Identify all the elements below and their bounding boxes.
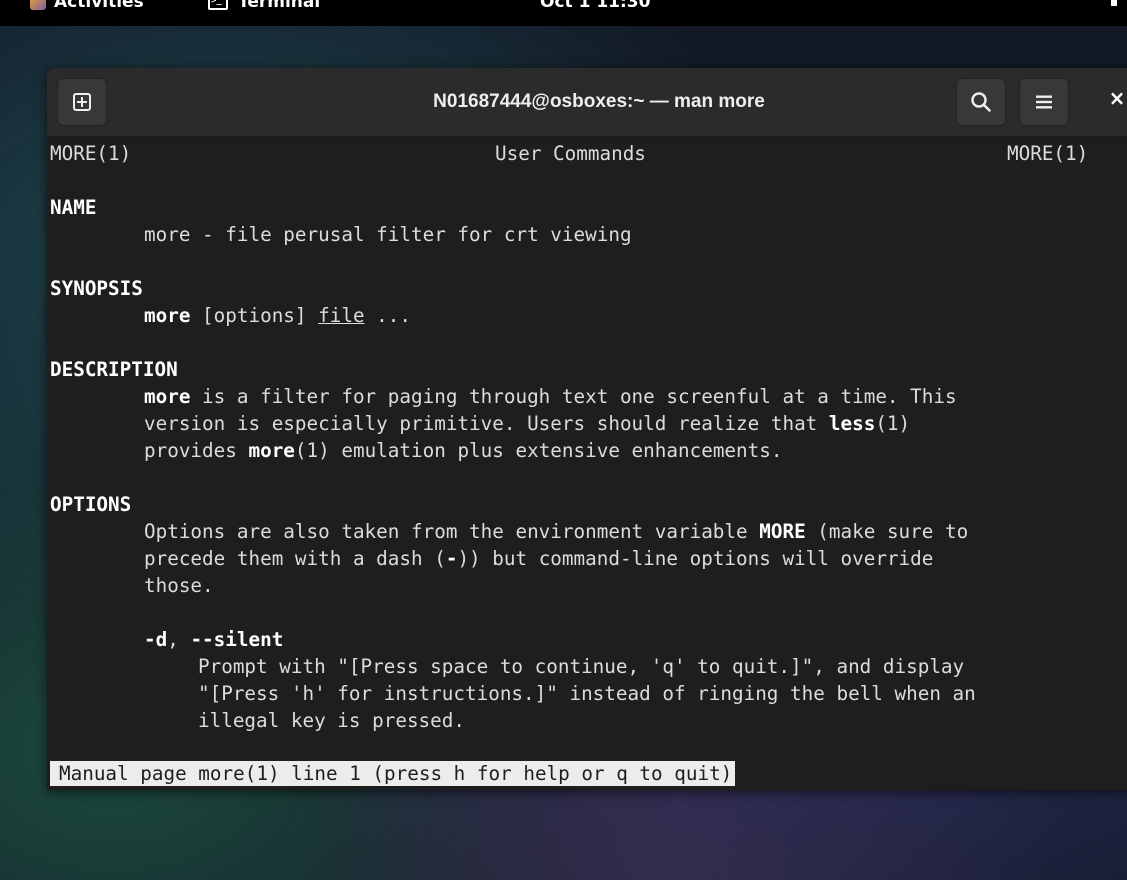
- flag-short: -d: [144, 628, 168, 651]
- activities-label: Activities: [54, 0, 144, 12]
- description-line-1-text: is a filter for paging through text one …: [190, 385, 957, 408]
- section-synopsis-heading: SYNOPSIS: [50, 277, 143, 300]
- description-line-2: version is especially primitive. Users s…: [144, 410, 910, 437]
- synopsis-options: [options]: [190, 304, 319, 327]
- options-line-2-post: )) but command-line options will overrid…: [457, 547, 934, 570]
- terminal-window: N01687444@osboxes:~ — man more × MORE(1)…: [47, 68, 1127, 790]
- menu-button[interactable]: [1019, 78, 1069, 126]
- clock[interactable]: Oct 1 11:30: [540, 0, 650, 12]
- options-line-1: Options are also taken from the environm…: [144, 518, 968, 545]
- man-header-right: MORE(1): [1007, 142, 1089, 165]
- synopsis-line: more [options] file ...: [144, 302, 411, 329]
- pager-status-line: Manual page more(1) line 1 (press h for …: [50, 761, 736, 786]
- name-text: more - file perusal filter for crt viewi…: [144, 223, 632, 246]
- man-header-left: MORE(1): [50, 142, 132, 165]
- description-more-bold-2: more: [248, 439, 295, 462]
- section-name-heading: NAME: [50, 196, 97, 219]
- options-dash: -: [445, 547, 458, 570]
- options-line-1-post: (make sure to: [805, 520, 969, 543]
- synopsis-command: more: [144, 304, 191, 327]
- flag-desc-line-2: "[Press 'h' for instructions.]" instead …: [198, 682, 976, 705]
- section-description-heading: DESCRIPTION: [50, 358, 178, 381]
- search-icon: [971, 92, 991, 112]
- close-button[interactable]: ×: [1107, 88, 1127, 108]
- description-line-3-post: (1) emulation plus extensive enhancement…: [294, 439, 783, 462]
- flag-desc-line-3: illegal key is pressed.: [198, 709, 465, 732]
- new-tab-icon: [73, 93, 91, 111]
- flag-desc-line-1: Prompt with "[Press space to continue, '…: [198, 655, 965, 678]
- activities-button[interactable]: Activities: [30, 0, 144, 12]
- options-line-2-pre: precede them with a dash (: [144, 547, 446, 570]
- description-line-1: more is a filter for paging through text…: [144, 383, 957, 410]
- description-line-3-pre: provides: [144, 439, 249, 462]
- synopsis-rest: ...: [364, 304, 412, 327]
- app-menu-button[interactable]: >_ Terminal: [208, 0, 320, 12]
- options-line-2: precede them with a dash (-)) but comman…: [144, 545, 933, 572]
- terminal-icon: >_: [208, 0, 228, 10]
- flag-long: --silent: [190, 628, 284, 651]
- description-less-bold: less: [828, 412, 876, 435]
- speaker-icon[interactable]: [1109, 0, 1127, 10]
- options-env-var: MORE: [759, 520, 806, 543]
- flag-separator: ,: [167, 628, 191, 651]
- top-bar: Activities >_ Terminal Oct 1 11:30: [0, 0, 1127, 26]
- new-tab-button[interactable]: [57, 78, 107, 126]
- flag-silent: -d, --silent: [144, 626, 283, 653]
- description-line-3: provides more(1) emulation plus extensiv…: [144, 437, 782, 464]
- description-more-bold: more: [144, 385, 191, 408]
- synopsis-file: file: [318, 304, 365, 327]
- header-bar: N01687444@osboxes:~ — man more ×: [47, 68, 1127, 137]
- app-menu-label: Terminal: [238, 0, 321, 12]
- man-header-center: User Commands: [495, 142, 646, 165]
- section-options-heading: OPTIONS: [50, 493, 132, 516]
- search-button[interactable]: [956, 78, 1006, 126]
- description-less-section: (1): [875, 412, 911, 435]
- options-line-3: those.: [144, 574, 214, 597]
- description-line-2-text: version is especially primitive. Users s…: [144, 412, 829, 435]
- activities-icon: [30, 0, 46, 10]
- options-line-1-pre: Options are also taken from the environm…: [144, 520, 760, 543]
- hamburger-menu-icon: [1036, 95, 1052, 109]
